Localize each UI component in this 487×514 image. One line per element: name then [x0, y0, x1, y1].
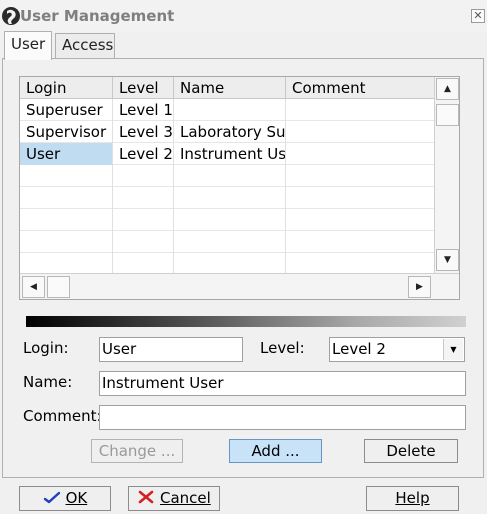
ok-label: OK	[65, 489, 88, 507]
tab-access-label: Access	[62, 36, 114, 54]
column-header-name[interactable]: Name	[174, 77, 286, 99]
scroll-right-icon[interactable]: ▶	[408, 276, 431, 298]
tab-user[interactable]: User	[4, 31, 52, 60]
title-bar: User Management ✕	[0, 0, 487, 32]
comment-label: Comment:	[23, 407, 102, 425]
level-label: Level:	[260, 339, 305, 357]
cell-comment	[286, 99, 434, 121]
cell-comment	[286, 121, 434, 143]
add-button[interactable]: Add ...	[229, 439, 322, 463]
table-row-empty[interactable]	[20, 231, 434, 253]
cell-empty	[20, 253, 113, 273]
column-header-level[interactable]: Level	[113, 77, 174, 99]
window-title: User Management	[20, 7, 175, 25]
cell-empty	[20, 165, 113, 187]
cell-empty	[113, 187, 174, 209]
cell-level: Level 1	[113, 99, 174, 121]
cell-level: Level 2	[113, 143, 174, 165]
ok-button[interactable]: OK	[19, 486, 111, 511]
comment-field[interactable]	[99, 405, 466, 430]
horizontal-scroll-thumb[interactable]	[47, 276, 70, 298]
users-table: Login Level Name Comment Superuser Level…	[19, 76, 460, 300]
cell-empty	[20, 231, 113, 253]
cell-empty	[113, 231, 174, 253]
help-button[interactable]: Help	[366, 486, 459, 511]
cell-name: Laboratory Supervisor	[174, 121, 286, 143]
table-header: Login Level Name Comment	[20, 77, 434, 99]
level-select[interactable]: Level 2 ▼	[329, 337, 465, 362]
tab-user-label: User	[11, 35, 46, 53]
cell-level: Level 3	[113, 121, 174, 143]
cell-empty	[174, 165, 286, 187]
gradient-separator	[26, 316, 466, 327]
scroll-left-icon[interactable]: ◀	[22, 276, 45, 298]
cell-empty	[20, 187, 113, 209]
vertical-scrollbar[interactable]: ▲ ▼	[434, 77, 459, 273]
table-row-selected[interactable]: User Level 2 Instrument User	[20, 143, 434, 165]
cell-name: Instrument User	[174, 143, 286, 165]
table-row[interactable]: Supervisor Level 3 Laboratory Supervisor	[20, 121, 434, 143]
cancel-label: Cancel	[159, 489, 211, 507]
cell-empty	[113, 165, 174, 187]
table-row-empty[interactable]	[20, 253, 434, 273]
table-row-empty[interactable]	[20, 187, 434, 209]
cell-empty	[20, 209, 113, 231]
cell-empty	[174, 253, 286, 273]
scroll-down-icon[interactable]: ▼	[436, 249, 459, 271]
login-field[interactable]: User	[99, 337, 243, 362]
column-header-comment[interactable]: Comment	[286, 77, 434, 99]
cell-empty	[113, 253, 174, 273]
login-label: Login:	[23, 339, 69, 357]
cell-login: Supervisor	[20, 121, 113, 143]
help-label: Help	[395, 489, 430, 507]
table-row-empty[interactable]	[20, 165, 434, 187]
tab-access[interactable]: Access	[55, 33, 115, 58]
chevron-down-icon[interactable]: ▼	[443, 339, 463, 360]
app-logo-icon	[2, 7, 20, 25]
change-button[interactable]: Change ...	[91, 439, 183, 463]
cell-empty	[174, 231, 286, 253]
cell-empty	[174, 187, 286, 209]
name-label: Name:	[23, 373, 73, 391]
cell-login: Superuser	[20, 99, 113, 121]
delete-button[interactable]: Delete	[364, 439, 458, 463]
cell-empty	[174, 209, 286, 231]
vertical-scroll-thumb[interactable]	[436, 104, 459, 126]
cell-name	[174, 99, 286, 121]
checkmark-icon	[43, 491, 60, 504]
cell-comment	[286, 143, 434, 165]
column-header-login[interactable]: Login	[20, 77, 113, 99]
level-select-value: Level 2	[332, 340, 386, 358]
cancel-button[interactable]: Cancel	[128, 486, 220, 511]
scroll-up-icon[interactable]: ▲	[436, 78, 459, 100]
horizontal-scrollbar[interactable]: ◀ ▶	[20, 273, 459, 299]
table-row-empty[interactable]	[20, 209, 434, 231]
cancel-x-icon	[138, 490, 154, 504]
name-field[interactable]: Instrument User	[99, 371, 466, 396]
close-icon[interactable]: ✕	[471, 9, 485, 23]
cell-login: User	[20, 143, 113, 165]
table-row[interactable]: Superuser Level 1	[20, 99, 434, 121]
cell-empty	[113, 209, 174, 231]
